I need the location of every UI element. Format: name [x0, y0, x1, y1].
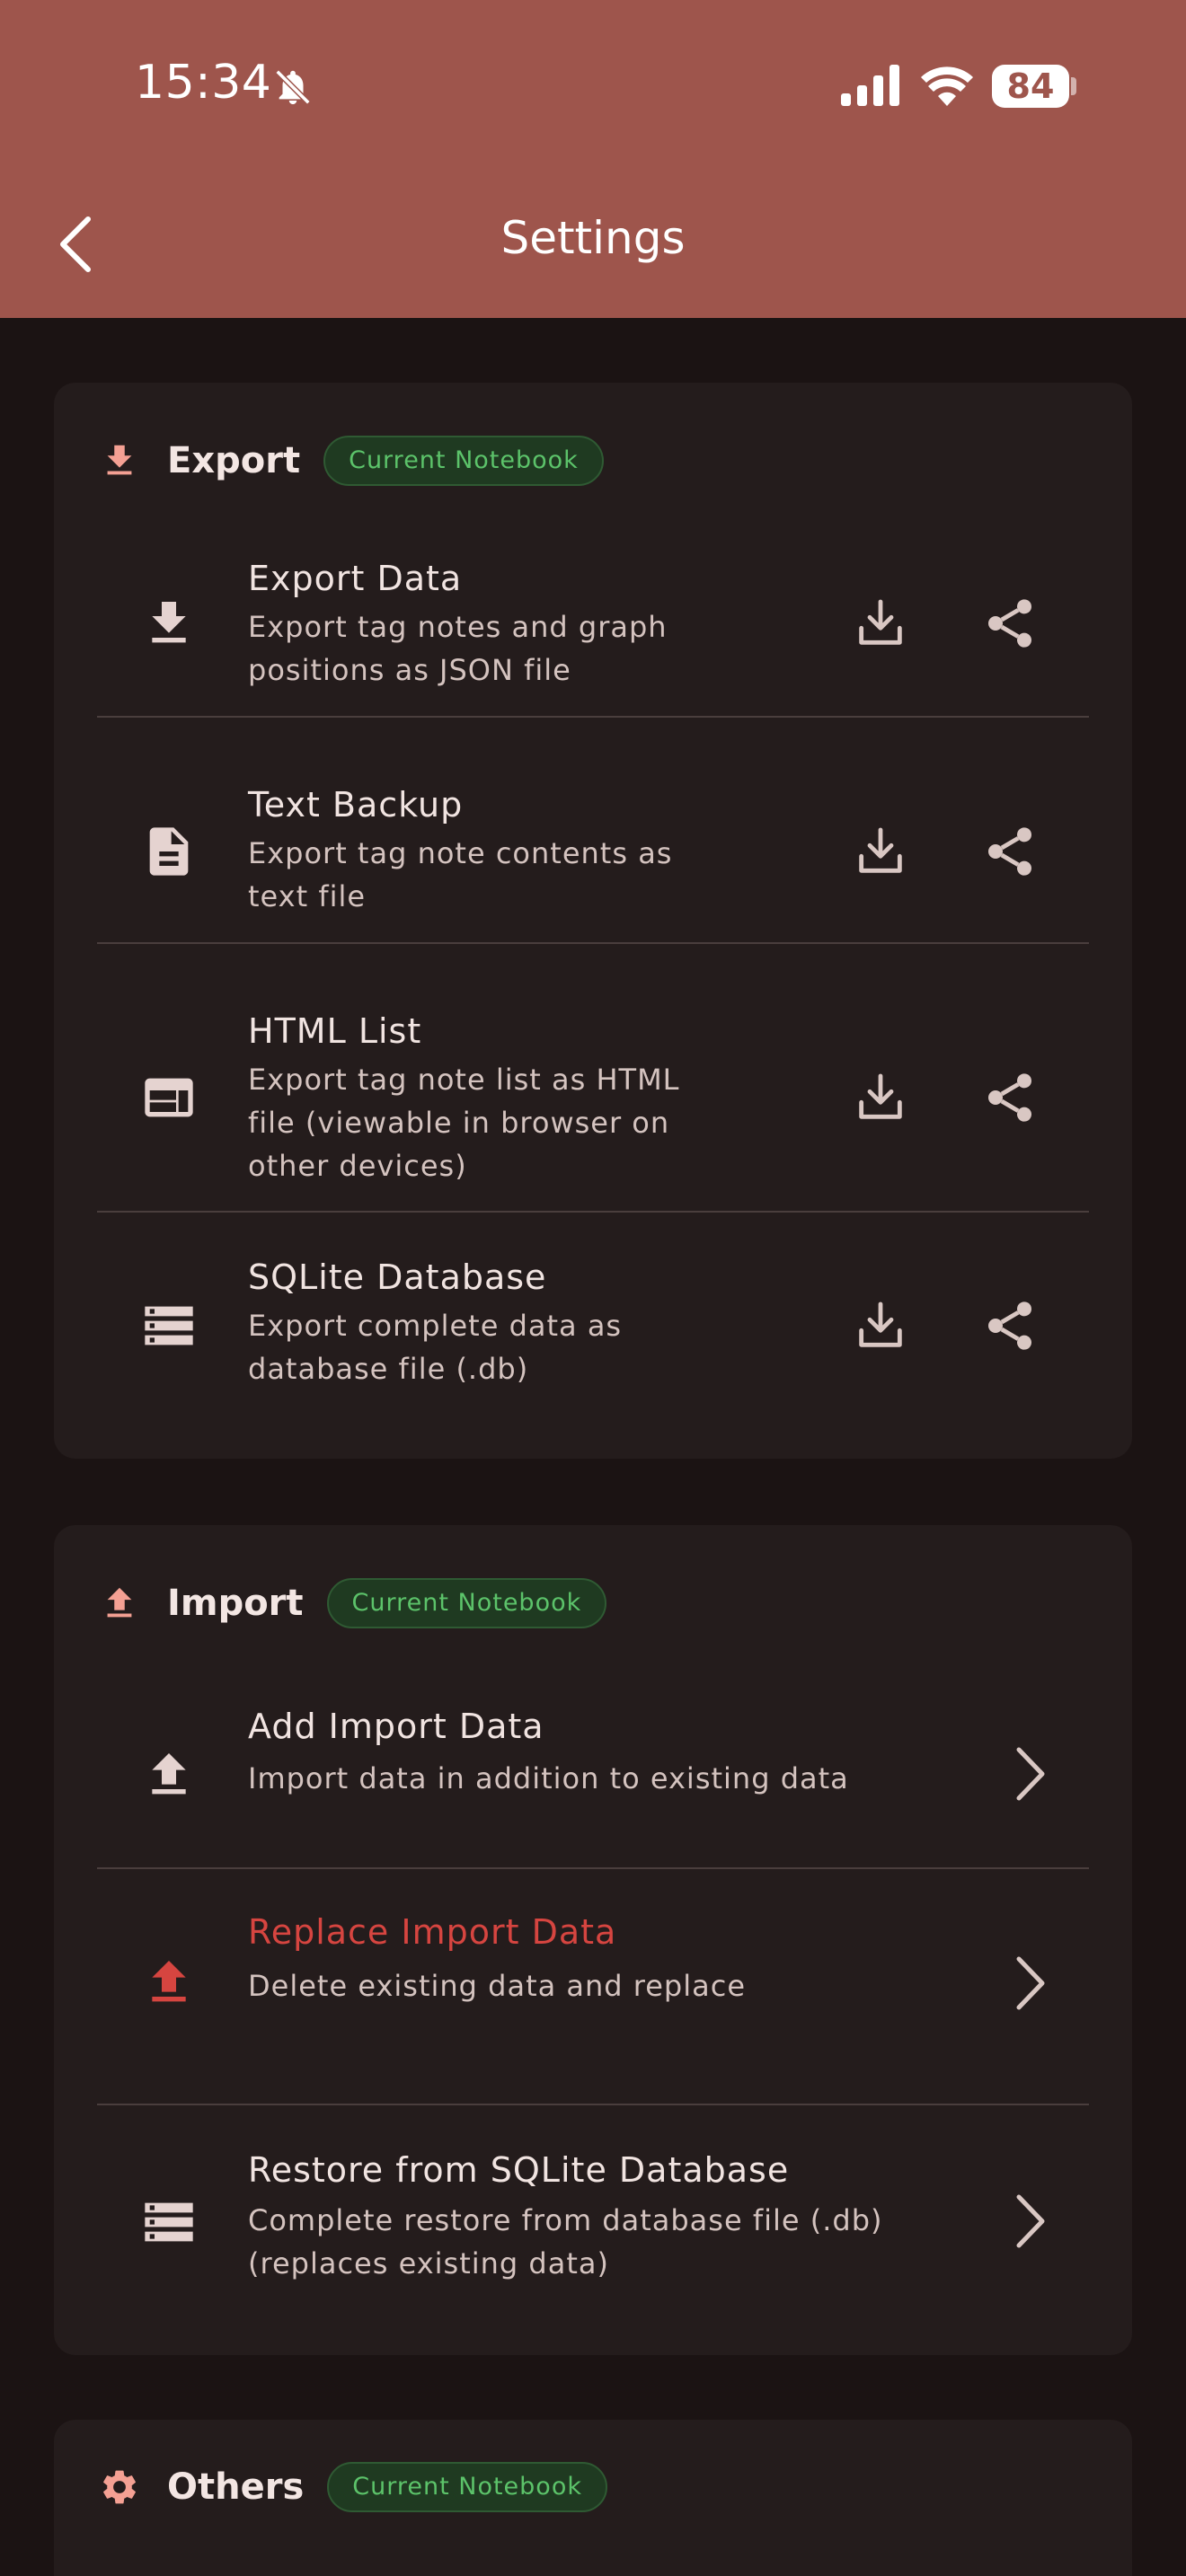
- item-title: Restore from SQLite Database: [248, 2150, 790, 2190]
- item-title: Add Import Data: [248, 1707, 544, 1746]
- others-header: Others Current Notebook: [99, 2456, 607, 2519]
- item-subtitle: Complete restore from database file (.db…: [248, 2203, 883, 2280]
- item-subtitle: Export tag note list as HTML file (viewa…: [248, 1063, 680, 1183]
- item-title: Text Backup: [248, 785, 464, 825]
- add-import-data-item[interactable]: Add Import Data Import data in addition …: [97, 1660, 1089, 1848]
- wifi-icon: [921, 66, 973, 106]
- status-time: 15:34: [135, 56, 272, 110]
- item-title: HTML List: [248, 1011, 422, 1051]
- save-to-device-icon[interactable]: [852, 595, 909, 652]
- save-to-device-icon[interactable]: [852, 1069, 909, 1126]
- item-subtitle: Export tag notes and graph positions as …: [248, 610, 668, 687]
- item-title: SQLite Database: [248, 1257, 547, 1297]
- battery-nub: [1071, 77, 1076, 95]
- share-icon[interactable]: [981, 1297, 1039, 1354]
- save-to-device-icon[interactable]: [852, 1297, 909, 1354]
- chevron-right-icon[interactable]: [1008, 2192, 1053, 2251]
- save-to-device-icon[interactable]: [852, 823, 909, 880]
- others-section: Others Current Notebook: [54, 2420, 1132, 2576]
- divider: [97, 1211, 1089, 1213]
- replace-import-data-item[interactable]: Replace Import Data Delete existing data…: [97, 1869, 1089, 2103]
- divider: [97, 716, 1089, 718]
- item-subtitle: Export complete data as database file (.…: [248, 1309, 623, 1386]
- page-title: Settings: [500, 212, 686, 264]
- share-icon[interactable]: [981, 595, 1039, 652]
- text-backup-item[interactable]: Text Backup Export tag note contents as …: [97, 760, 1089, 966]
- import-section: Import Current Notebook Add Import Data …: [54, 1525, 1132, 2355]
- item-title: Replace Import Data: [248, 1912, 617, 1952]
- import-header: Import Current Notebook: [99, 1572, 607, 1635]
- html-list-item[interactable]: HTML List Export tag note list as HTML f…: [97, 986, 1089, 1256]
- storage-icon: [145, 1306, 193, 1345]
- bell-slash-icon: [275, 69, 311, 105]
- export-data-item[interactable]: Export Data Export tag notes and graph p…: [97, 532, 1089, 738]
- download-icon: [99, 440, 140, 481]
- others-title: Others: [167, 2466, 305, 2508]
- export-title: Export: [167, 440, 301, 481]
- item-subtitle: Export tag note contents as text file: [248, 836, 673, 913]
- web-window-icon: [145, 1078, 193, 1117]
- chevron-right-icon[interactable]: [1008, 1744, 1053, 1804]
- upload-icon: [152, 1753, 186, 1795]
- cellular-signal-icon: [841, 65, 899, 106]
- item-subtitle: Delete existing data and replace: [248, 1969, 746, 2003]
- document-icon: [149, 827, 189, 876]
- export-section: Export Current Notebook Export Data Expo…: [54, 383, 1132, 1459]
- battery-indicator: 84: [992, 65, 1069, 108]
- download-icon: [152, 602, 186, 643]
- gear-icon: [99, 2466, 140, 2508]
- restore-sqlite-item[interactable]: Restore from SQLite Database Complete re…: [97, 2105, 1089, 2348]
- app-bar: 15:34 84 Settings: [0, 0, 1186, 318]
- chevron-right-icon[interactable]: [1008, 1954, 1053, 2013]
- share-icon[interactable]: [981, 1069, 1039, 1126]
- divider: [97, 942, 1089, 944]
- current-notebook-badge: Current Notebook: [327, 2462, 607, 2512]
- export-header: Export Current Notebook: [99, 429, 604, 492]
- upload-warning-icon: [152, 1961, 186, 2002]
- upload-icon: [99, 1583, 140, 1624]
- share-icon[interactable]: [981, 823, 1039, 880]
- import-title: Import: [167, 1583, 304, 1624]
- storage-icon: [145, 2202, 193, 2242]
- current-notebook-badge: Current Notebook: [326, 1578, 607, 1628]
- item-title: Export Data: [248, 559, 463, 598]
- current-notebook-badge: Current Notebook: [323, 436, 604, 486]
- sqlite-database-item[interactable]: SQLite Database Export complete data as …: [97, 1256, 1089, 1462]
- item-subtitle: Import data in addition to existing data: [248, 1761, 849, 1795]
